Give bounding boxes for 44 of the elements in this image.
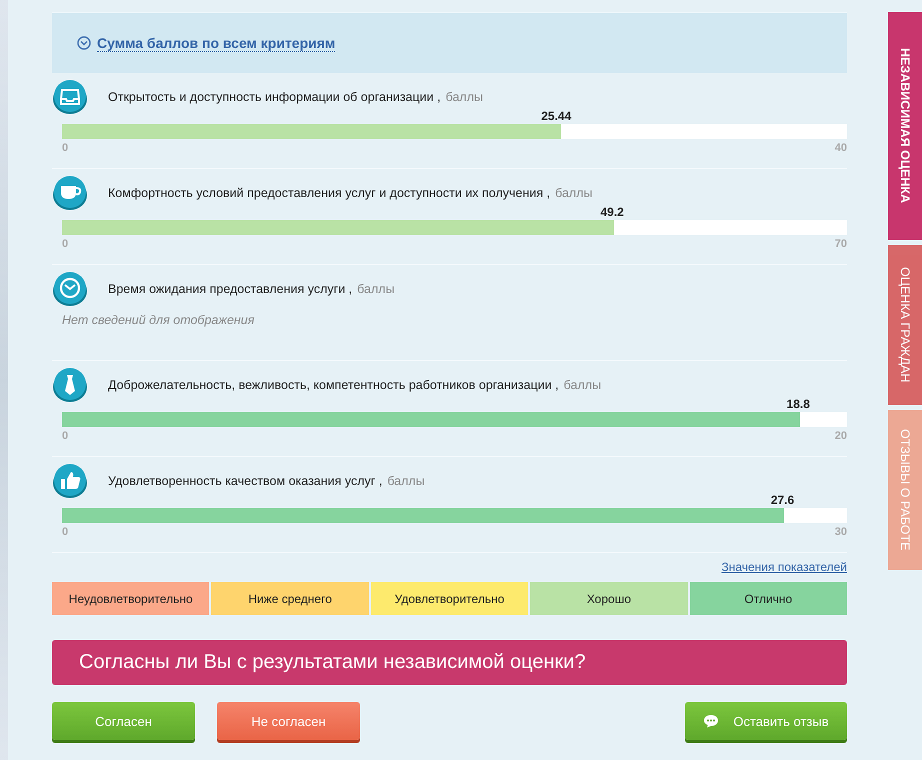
- question-banner: Согласны ли Вы с результатами независимой оценки?: [52, 640, 847, 685]
- axis-max-label: 70: [834, 238, 847, 250]
- axis-max-label: 30: [834, 526, 847, 538]
- unit-label: баллы: [387, 474, 425, 488]
- criterion-title: Доброжелательность, вежливость, компетентность работников организации ,: [108, 378, 559, 392]
- side-tab[interactable]: ОЦЕНКА ГРАЖДАН: [888, 245, 922, 405]
- inbox-icon: [52, 79, 88, 115]
- score-value: 25.44: [541, 109, 572, 123]
- unit-label: баллы: [564, 378, 602, 392]
- no-data-message: Нет сведений для отображения: [61, 312, 256, 327]
- thumbs-up-icon: [52, 463, 88, 499]
- rating-legend-cell: Хорошо: [530, 582, 688, 615]
- cup-icon: [52, 175, 88, 211]
- unit-label: баллы: [446, 90, 483, 104]
- chevron-icon: [77, 36, 91, 50]
- score-value: 18.8: [786, 397, 810, 411]
- rating-legend-cell: Отлично: [690, 582, 848, 615]
- criterion-title: Открытость и доступность информации об организации ,: [108, 90, 441, 104]
- axis-max-label: 20: [834, 430, 847, 442]
- side-tab[interactable]: НЕЗАВИСИМАЯ ОЦЕНКА: [888, 12, 922, 240]
- criterion-title: Комфортность условий предоставления услуг и доступности их получения ,: [108, 186, 550, 200]
- summary-toggle[interactable]: Сумма баллов по всем критериям: [77, 34, 336, 52]
- tie-icon: [52, 367, 88, 403]
- side-tab[interactable]: ОТЗЫВЫ О РАБОТЕ: [888, 410, 922, 570]
- axis-max-label: 40: [834, 142, 847, 154]
- speech-bubble-icon: [703, 714, 720, 728]
- score-value: 49.2: [600, 205, 624, 219]
- agree-button[interactable]: Согласен: [52, 702, 195, 740]
- legend-link[interactable]: Значения показателей: [721, 560, 847, 574]
- rating-legend-cell: Неудовлетворительно: [52, 582, 210, 615]
- unit-label: баллы: [555, 186, 592, 200]
- axis-min-label: 0: [62, 526, 68, 538]
- rating-legend-cell: Ниже среднего: [211, 582, 369, 615]
- score-value: 27.6: [770, 493, 794, 507]
- axis-min-label: 0: [62, 430, 68, 442]
- clock-icon: [52, 271, 88, 307]
- leave-review-button[interactable]: Оставить отзыв: [685, 702, 847, 740]
- disagree-button[interactable]: Не согласен: [217, 702, 360, 740]
- criterion-title: Удовлетворенность качеством оказания услуг ,: [108, 474, 382, 488]
- rating-legend-cell: Удовлетворительно: [370, 582, 528, 615]
- criterion-title: Время ожидания предоставления услуги ,: [108, 282, 352, 296]
- axis-min-label: 0: [62, 142, 68, 154]
- axis-min-label: 0: [62, 238, 68, 250]
- unit-label: баллы: [357, 282, 395, 296]
